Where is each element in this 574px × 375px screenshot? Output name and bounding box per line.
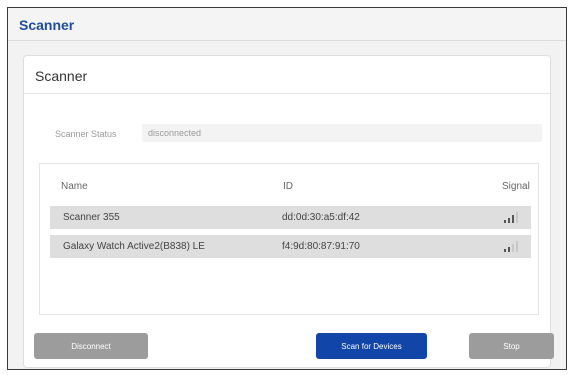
- top-bar: Scanner: [8, 8, 566, 41]
- device-id: dd:0d:30:a5:df:42: [282, 212, 360, 223]
- stop-button[interactable]: Stop: [469, 333, 554, 359]
- column-header-name: Name: [61, 181, 88, 192]
- device-name: Scanner 355: [63, 212, 120, 223]
- device-name: Galaxy Watch Active2(B838) LE: [63, 241, 205, 252]
- device-table: Name ID Signal Scanner 355 dd:0d:30:a5:d…: [39, 163, 539, 315]
- column-header-signal: Signal: [502, 181, 530, 192]
- table-row[interactable]: Galaxy Watch Active2(B838) LE f4:9d:80:8…: [50, 235, 531, 258]
- scan-for-devices-button[interactable]: Scan for Devices: [316, 333, 427, 359]
- scanner-status-value: disconnected: [148, 128, 202, 138]
- card-title: Scanner: [35, 68, 88, 84]
- app-title: Scanner: [19, 17, 75, 33]
- scanner-card: Scanner Scanner Status disconnected Name…: [23, 55, 554, 368]
- scanner-status-label: Scanner Status: [55, 129, 117, 139]
- disconnect-button[interactable]: Disconnect: [34, 333, 148, 359]
- column-header-id: ID: [283, 181, 293, 192]
- signal-bars-icon: [504, 212, 518, 223]
- card-header: Scanner: [24, 56, 550, 94]
- signal-bars-icon: [504, 241, 518, 252]
- table-row[interactable]: Scanner 355 dd:0d:30:a5:df:42: [50, 206, 531, 229]
- app-window: Scanner Scanner Scanner Status disconnec…: [7, 7, 567, 370]
- scanner-status-field: disconnected: [142, 124, 542, 142]
- device-id: f4:9d:80:87:91:70: [282, 241, 360, 252]
